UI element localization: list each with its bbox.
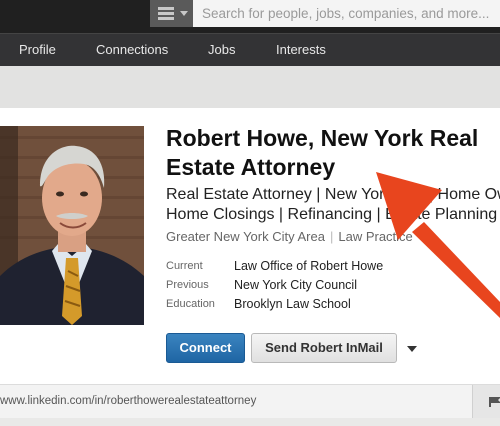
public-profile-url-bar: www.linkedin.com/in/roberthowerealestate…	[0, 384, 500, 419]
profile-photo[interactable]	[0, 126, 144, 325]
background-band	[0, 66, 500, 108]
menu-icon	[158, 7, 174, 20]
previous-value[interactable]: New York City Council	[234, 278, 357, 292]
profile-name-line-1: Robert Howe, New York Real	[166, 125, 479, 151]
nav-item-profile[interactable]: Profile	[19, 42, 56, 57]
profile-meta: Greater New York City Area | Law Practice	[166, 229, 413, 244]
main-nav: Profile Connections Jobs Interests	[0, 33, 500, 66]
search-category-dropdown[interactable]	[150, 0, 193, 27]
profile-location[interactable]: Greater New York City Area	[166, 229, 325, 244]
chevron-down-icon	[407, 346, 417, 352]
nav-item-interests[interactable]: Interests	[276, 42, 326, 57]
education-label: Education	[166, 298, 215, 310]
chevron-down-icon	[180, 11, 188, 16]
more-actions-button[interactable]	[404, 341, 420, 357]
current-label: Current	[166, 260, 203, 272]
public-profile-url[interactable]: www.linkedin.com/in/roberthowerealestate…	[0, 395, 256, 407]
profile-headline-line-1: Real Estate Attorney | New York City | H…	[166, 186, 500, 203]
top-bar	[0, 0, 500, 33]
send-inmail-button[interactable]: Send Robert InMail	[251, 333, 397, 363]
connect-button[interactable]: Connect	[166, 333, 245, 363]
report-button[interactable]	[472, 385, 500, 419]
profile-photo-image	[0, 126, 144, 325]
nav-item-jobs[interactable]: Jobs	[208, 42, 235, 57]
profile-industry[interactable]: Law Practice	[338, 229, 412, 244]
search-input[interactable]	[193, 0, 500, 27]
education-value[interactable]: Brooklyn Law School	[234, 297, 351, 311]
profile-headline: Real Estate Attorney | New York City | H…	[166, 185, 500, 225]
bottom-strip	[0, 418, 500, 426]
profile-name: Robert Howe, New York Real Estate Attorn…	[166, 124, 500, 182]
profile-headline-line-2: Home Closings | Refinancing | Estate Pla…	[166, 206, 498, 223]
flag-icon	[489, 397, 500, 407]
profile-card: Robert Howe, New York Real Estate Attorn…	[0, 108, 500, 384]
current-value[interactable]: Law Office of Robert Howe	[234, 259, 383, 273]
previous-label: Previous	[166, 279, 209, 291]
profile-name-line-2: Estate Attorney	[166, 154, 336, 180]
nav-item-connections[interactable]: Connections	[96, 42, 168, 57]
